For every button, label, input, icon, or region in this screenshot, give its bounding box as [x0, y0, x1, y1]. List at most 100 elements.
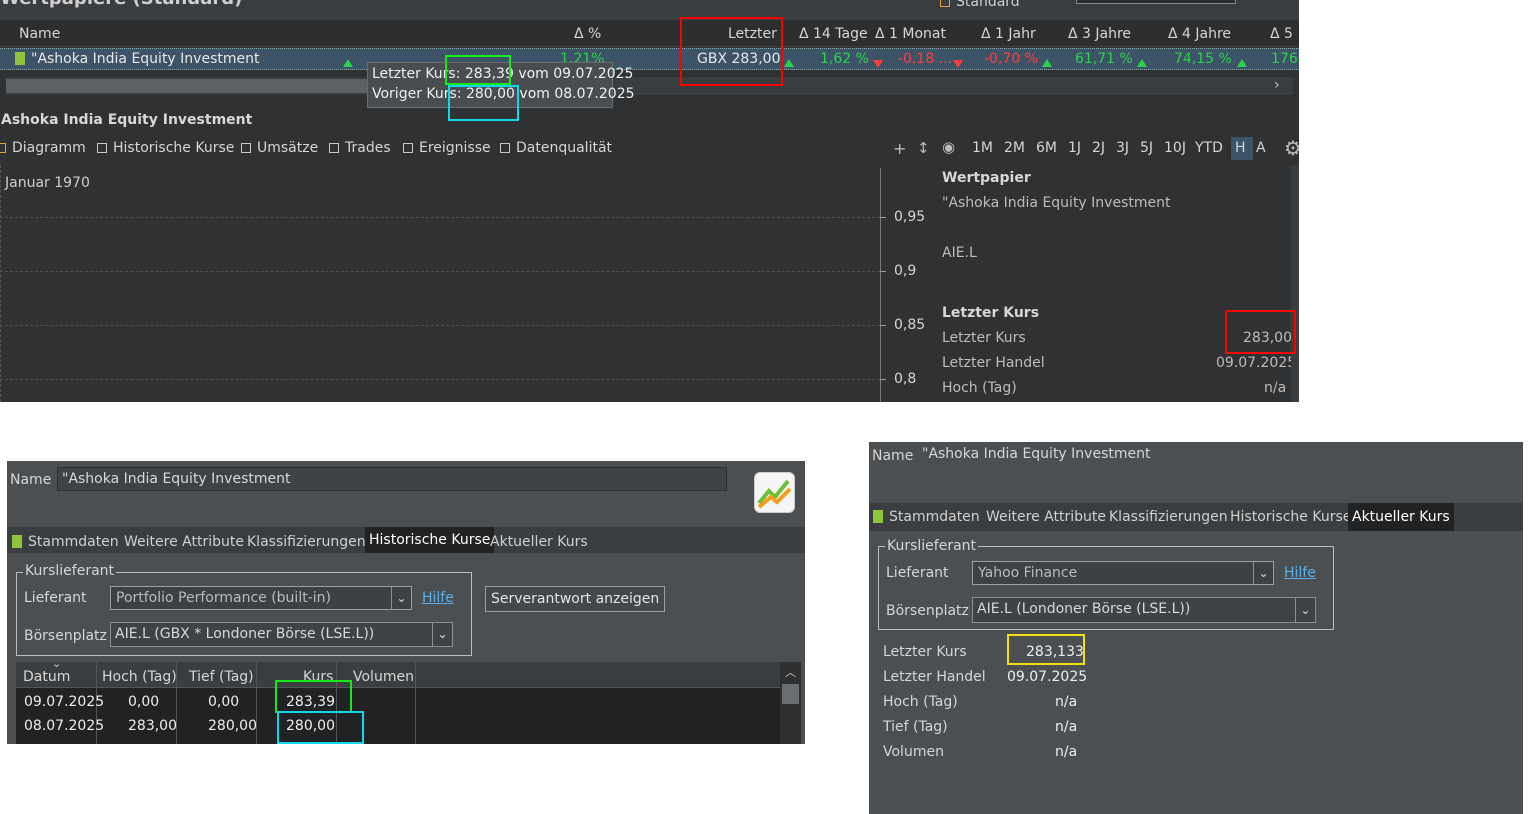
info-value: n/a: [1264, 380, 1287, 396]
cell-tief[interactable]: 0,00: [208, 694, 239, 710]
col-header-1monat[interactable]: Δ 1 Monat: [875, 26, 946, 42]
col-header-hoch[interactable]: Hoch (Tag): [102, 669, 177, 685]
boerse-select[interactable]: AIE.L (GBX * Londoner Börse (LSE.L)): [110, 622, 453, 647]
y-axis-line: [880, 168, 881, 402]
info-name: "Ashoka India Equity Investment: [942, 195, 1171, 211]
highlight-info-last-price: [1225, 310, 1296, 354]
server-response-button[interactable]: Serverantwort anzeigen: [485, 586, 666, 612]
eye-icon[interactable]: ◉: [942, 138, 955, 156]
tab-umsaetze[interactable]: Umsätze: [241, 140, 318, 156]
col-header-datum[interactable]: Datum: [23, 669, 70, 685]
cell-hoch[interactable]: 283,00: [128, 718, 177, 734]
cell-hoch[interactable]: 0,00: [128, 694, 159, 710]
range-1j[interactable]: 1J: [1068, 140, 1081, 156]
lieferant-label: Lieferant: [886, 565, 949, 581]
hilfe-link[interactable]: Hilfe: [422, 590, 454, 606]
info-value: 09.07.2025: [1216, 355, 1297, 371]
chart-area: [0, 165, 880, 402]
tab-icon: [403, 143, 413, 153]
volumen-label: Volumen: [883, 744, 944, 760]
tab-trades[interactable]: Trades: [329, 140, 391, 156]
scrollbar-thumb[interactable]: [6, 79, 406, 93]
tab-stammdaten[interactable]: Stammdaten: [873, 504, 980, 530]
range-h[interactable]: H: [1235, 140, 1246, 156]
tab-weitere-attribute[interactable]: Weitere Attribute: [124, 529, 244, 555]
hoch-label: Hoch (Tag): [883, 694, 958, 710]
y-tick: [880, 217, 886, 218]
arrow-up-icon: [1237, 55, 1247, 71]
row-1monat: -0,18 ...: [898, 51, 953, 67]
tab-historische-kurse[interactable]: Historische Kurse: [365, 527, 495, 553]
name-input[interactable]: "Ashoka India Equity Investment: [57, 467, 727, 491]
y-tick: [880, 325, 886, 326]
chevron-down-icon[interactable]: ⌄: [391, 587, 411, 609]
chevron-down-icon[interactable]: ⌄: [1295, 598, 1315, 622]
info-heading-letzter-kurs: Letzter Kurs: [942, 305, 1040, 321]
cell-datum[interactable]: 09.07.2025: [24, 694, 104, 710]
scrollbar-thumb[interactable]: [782, 684, 799, 704]
tab-ereignisse[interactable]: Ereignisse: [403, 140, 491, 156]
tab-weitere-attribute[interactable]: Weitere Attribute: [986, 504, 1106, 530]
search-box[interactable]: [1076, 0, 1236, 4]
view-label: Standard: [956, 0, 1020, 10]
col-header-4jahre[interactable]: Δ 4 Jahre: [1168, 26, 1231, 42]
arrow-down-icon: [953, 56, 963, 72]
tab-historische-kurse[interactable]: Historische Kurse: [97, 140, 234, 156]
tab-diagramm[interactable]: Diagramm: [0, 140, 86, 156]
range-6m[interactable]: 6M: [1036, 140, 1057, 156]
cell-tief[interactable]: 280,00: [208, 718, 257, 734]
view-title: Wertpapiere (Standard): [0, 0, 242, 9]
col-header-1jahr[interactable]: Δ 1 Jahr: [981, 26, 1036, 42]
col-header-pct[interactable]: Δ %: [574, 26, 601, 42]
tab-stammdaten[interactable]: Stammdaten: [12, 529, 119, 555]
col-header-volumen[interactable]: Volumen: [353, 669, 414, 685]
col-header-tief[interactable]: Tief (Tag): [189, 669, 254, 685]
col-header-5jahre[interactable]: Δ 5: [1270, 26, 1293, 42]
top-security-panel: Wertpapiere (Standard) Standard Name Δ %…: [0, 0, 1299, 402]
boerse-select[interactable]: AIE.L (Londoner Börse (LSE.L)): [972, 597, 1316, 623]
range-3j[interactable]: 3J: [1116, 140, 1129, 156]
scale-icon[interactable]: ↕: [917, 139, 930, 157]
col-header-name[interactable]: Name: [19, 26, 60, 42]
tab-klassifizierungen[interactable]: Klassifizierungen: [247, 529, 366, 555]
document-icon: [12, 535, 22, 548]
highlight-current-price: [1007, 634, 1085, 665]
arrow-up-icon: [1042, 55, 1052, 71]
col-header-3jahre[interactable]: Δ 3 Jahre: [1068, 26, 1131, 42]
gridline: [0, 271, 880, 272]
vertical-scrollbar[interactable]: [1291, 165, 1299, 402]
scroll-up-icon[interactable]: ︿: [785, 664, 796, 680]
chevron-down-icon[interactable]: ⌄: [1253, 562, 1273, 584]
crosshair-icon[interactable]: +: [893, 139, 906, 158]
name-value[interactable]: "Ashoka India Equity Investment: [922, 446, 1150, 462]
arrow-up-icon: [343, 55, 353, 71]
view-selector[interactable]: Standard: [940, 0, 1060, 10]
tab-historische-kurse[interactable]: Historische Kurse: [1230, 504, 1351, 530]
row-name: "Ashoka India Equity Investment: [15, 51, 259, 67]
col-header-14tage[interactable]: Δ 14 Tage: [799, 26, 868, 42]
range-5j[interactable]: 5J: [1140, 140, 1153, 156]
chevron-down-icon[interactable]: ⌄: [432, 623, 452, 646]
tab-datenqualitaet[interactable]: Datenqualität: [500, 140, 612, 156]
gear-icon[interactable]: ⚙: [1284, 136, 1299, 160]
range-2j[interactable]: 2J: [1092, 140, 1105, 156]
gridline: [0, 379, 880, 380]
tab-aktueller-kurs[interactable]: Aktueller Kurs: [1348, 503, 1454, 531]
tab-klassifizierungen[interactable]: Klassifizierungen: [1109, 504, 1228, 530]
lieferant-select[interactable]: Portfolio Performance (built-in): [110, 586, 412, 610]
boerse-label: Börsenplatz: [886, 603, 969, 619]
tab-icon: [97, 143, 107, 153]
chart-date-label: Januar 1970: [5, 175, 90, 191]
lieferant-select[interactable]: Yahoo Finance: [972, 561, 1274, 585]
cell-datum[interactable]: 08.07.2025: [24, 718, 104, 734]
tab-aktueller-kurs[interactable]: Aktueller Kurs: [490, 529, 588, 555]
range-10j[interactable]: 10J: [1164, 140, 1186, 156]
hoch-value: n/a: [1055, 694, 1078, 710]
range-2m[interactable]: 2M: [1004, 140, 1025, 156]
tab-icon: [329, 143, 339, 153]
range-ytd[interactable]: YTD: [1195, 140, 1223, 156]
hilfe-link[interactable]: Hilfe: [1284, 565, 1316, 581]
scroll-right-icon[interactable]: ›: [1274, 77, 1280, 93]
range-a[interactable]: A: [1256, 140, 1266, 156]
range-1m[interactable]: 1M: [972, 140, 993, 156]
